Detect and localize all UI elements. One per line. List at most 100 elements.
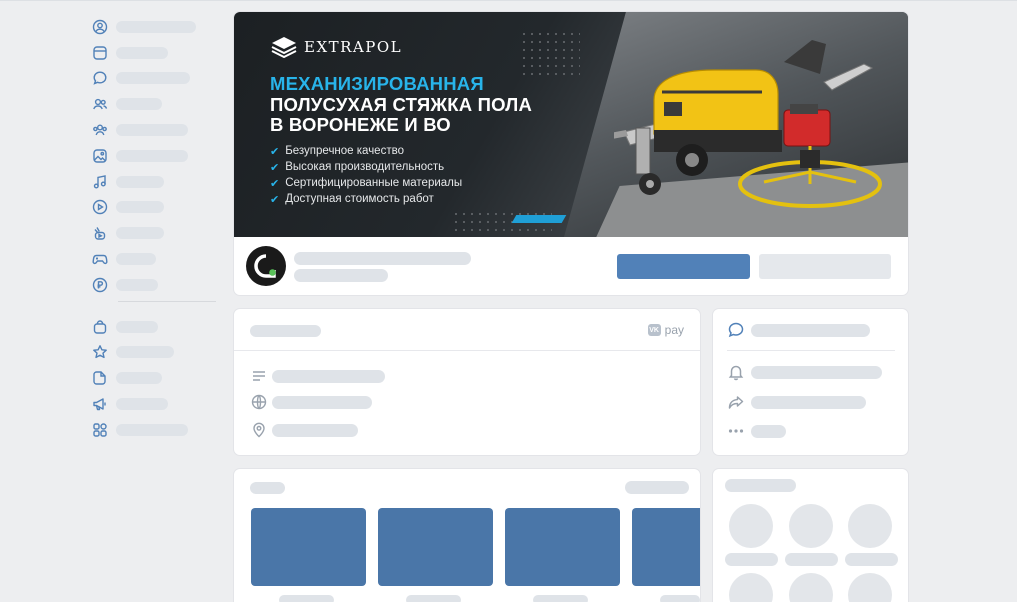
member-avatar-placeholder[interactable] [789,573,833,602]
photo-thumbnail[interactable] [378,508,493,586]
info-description-row [251,368,385,384]
screed-machine-illustration [614,40,882,208]
message-button[interactable] [759,254,891,279]
member-avatar-placeholder[interactable] [789,504,833,548]
services-grid-icon [92,422,108,438]
globe-icon [251,394,267,410]
banner-headline-line: ПОЛУСУХАЯ СТЯЖКА ПОЛА [270,94,533,115]
nav-label-placeholder [116,72,190,85]
members-title-placeholder [725,479,796,492]
brand-logo: EXTRAPOL [270,36,402,58]
photo-caption-placeholder [279,595,334,602]
files-icon [92,370,108,386]
photo-caption-placeholder [406,595,461,602]
action-more[interactable] [727,422,786,440]
info-website-row[interactable] [251,394,372,410]
nav-label-placeholder [116,227,164,240]
community-icon [92,122,108,138]
banner-feature-list: ✔ Безупречное качество ✔ Высокая производи… [270,143,462,207]
vk-pay-link[interactable]: VK pay [647,323,684,337]
member-name-placeholder [845,553,898,566]
action-notifications[interactable] [727,363,882,381]
clips-icon [92,225,108,241]
nav-label-placeholder [116,423,188,436]
info-address-row[interactable] [251,422,358,438]
photos-count-placeholder[interactable] [625,481,689,494]
actions-divider [727,350,895,351]
nav-item-video[interactable] [90,195,220,221]
feature-text: Доступная стоимость работ [285,193,434,205]
website-placeholder [272,395,372,409]
member-avatar-placeholder[interactable] [729,504,773,548]
nav-item-clips[interactable] [90,220,220,246]
nav-label-placeholder [116,372,162,385]
vk-pay-label: pay [664,323,684,337]
nav-item-profile[interactable] [90,14,220,40]
nav-item-communities[interactable] [90,117,220,143]
address-placeholder [272,423,358,437]
community-header: EXTRAPOL МЕХАНИЗИРОВАННАЯ ПОЛУСУХАЯ СТЯЖ… [234,12,908,295]
feature-text: Высокая производительность [285,161,445,173]
nav-label-placeholder [116,201,164,214]
video-icon [92,199,108,215]
nav-item-news[interactable] [90,40,220,66]
photos-card [234,469,700,602]
nav-item-music[interactable] [90,169,220,195]
nav-item-photos[interactable] [90,143,220,169]
nav-item-games[interactable] [90,246,220,272]
nav-label-placeholder [116,175,164,188]
member-avatar-placeholder[interactable] [729,573,773,602]
banner-headline-line: В ВОРОНЕЖЕ И ВО [270,114,451,135]
community-name-placeholder [294,252,471,265]
photo-caption-placeholder [660,595,700,602]
nav-label-placeholder [116,46,168,59]
photo-thumbnail[interactable] [632,508,700,586]
banner-accent-stripe [511,215,567,223]
games-icon [92,251,108,267]
member-name-placeholder [785,553,838,566]
nav-label-placeholder [116,253,156,266]
member-avatar-placeholder[interactable] [848,573,892,602]
action-write-message[interactable] [727,321,870,339]
market-icon [92,319,108,335]
nav-label-placeholder [116,320,158,333]
info-title-placeholder [250,325,321,337]
ruble-icon [92,277,108,293]
community-avatar[interactable] [246,246,286,286]
member-avatar-placeholder[interactable] [848,504,892,548]
check-icon: ✔ [270,193,280,206]
message-icon [92,70,108,86]
nav-item-payments[interactable] [90,272,220,298]
photo-caption-placeholder [533,595,588,602]
feature-item: ✔ Высокая производительность [270,159,462,175]
feature-text: Безупречное качество [285,145,404,157]
action-label-placeholder [751,395,866,409]
community-info-card: VK pay [234,309,700,455]
photo-thumbnail[interactable] [251,508,366,586]
nav-label-placeholder [116,98,162,111]
nav-divider [118,301,216,302]
share-arrow-icon [728,396,744,409]
nav-item-messages[interactable] [90,66,220,92]
nav-label-placeholder [116,124,188,137]
subscribe-button[interactable] [617,254,750,279]
ads-megaphone-icon [92,396,108,412]
action-share[interactable] [727,393,866,411]
nav-label-placeholder [116,20,196,33]
nav-item-ads[interactable] [90,391,220,417]
nav-item-market[interactable] [90,314,220,340]
left-sidebar [90,14,220,443]
brand-layers-icon [271,37,297,58]
nav-label-placeholder [116,278,158,291]
nav-item-friends[interactable] [90,91,220,117]
photos-title-placeholder [250,482,285,494]
nav-item-files[interactable] [90,365,220,391]
nav-item-bookmarks[interactable] [90,340,220,366]
action-label-placeholder [751,323,870,337]
community-status-placeholder [294,269,388,282]
bell-icon [728,365,744,381]
nav-item-services[interactable] [90,417,220,443]
photo-thumbnail[interactable] [505,508,620,586]
nav-label-placeholder [116,149,188,162]
action-label-placeholder [751,365,882,379]
